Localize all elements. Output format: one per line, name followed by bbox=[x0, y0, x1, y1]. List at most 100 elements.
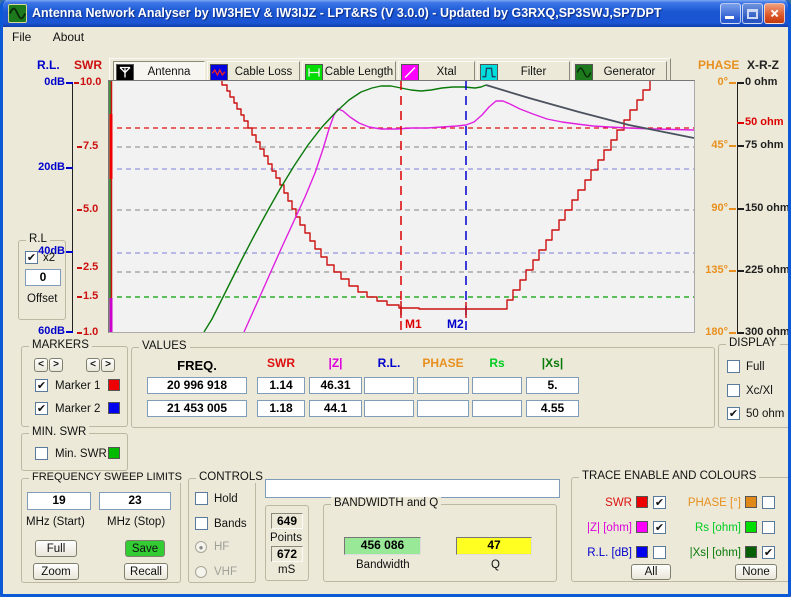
min-swr-checkbox[interactable] bbox=[35, 447, 48, 460]
chart-canvas: M1 M2 bbox=[109, 81, 694, 332]
values-group: VALUES FREQ. SWR |Z| R.L. PHASE Rs |Xs| … bbox=[131, 347, 715, 428]
vhf-label: VHF bbox=[214, 566, 237, 578]
trace-none-button[interactable]: None bbox=[735, 564, 777, 580]
hf-radio[interactable]: ● bbox=[195, 541, 207, 553]
trace-z-label: |Z| [ohm] bbox=[576, 522, 632, 534]
points-panel: 649 Points 672 mS bbox=[265, 505, 309, 581]
marker1-next-button[interactable]: > bbox=[49, 358, 63, 372]
header-freq: FREQ. bbox=[147, 358, 247, 373]
trace-rl-checkbox[interactable] bbox=[653, 546, 666, 559]
q-label: Q bbox=[491, 559, 500, 571]
points-value: 649 bbox=[271, 513, 303, 529]
display-xcxl-checkbox[interactable] bbox=[727, 384, 740, 397]
phase-axis-caption: PHASE bbox=[698, 58, 739, 72]
min-swr-group: MIN. SWR Min. SWR bbox=[21, 433, 128, 471]
sweep-chart[interactable]: M1 M2 bbox=[108, 80, 695, 333]
rl-tick-60db: 60dB bbox=[35, 325, 65, 338]
trace-all-button[interactable]: All bbox=[631, 564, 671, 580]
trace-phase-checkbox[interactable] bbox=[762, 496, 775, 509]
antenna-icon bbox=[116, 64, 134, 81]
marker2-prev-button[interactable]: < bbox=[86, 358, 100, 372]
menu-file[interactable]: File bbox=[3, 27, 40, 47]
sweep-start-input[interactable]: 19 bbox=[27, 492, 91, 510]
sweep-save-button[interactable]: Save bbox=[125, 540, 165, 557]
trace-rs-checkbox[interactable] bbox=[762, 521, 775, 534]
trace-xs-checkbox[interactable]: ✔ bbox=[762, 546, 775, 559]
cable-length-icon bbox=[305, 64, 323, 81]
sweep-stop-input[interactable]: 23 bbox=[99, 492, 171, 510]
sweep-limits-group: FREQUENCY SWEEP LIMITS 19 23 MHz (Start)… bbox=[21, 478, 181, 583]
m1-freq-field[interactable]: 20 996 918 bbox=[147, 377, 247, 394]
bandwidth-group: BANDWIDTH and Q 456 086 Bandwidth 47 Q bbox=[323, 504, 557, 582]
menu-about[interactable]: About bbox=[44, 27, 93, 47]
marker1-checkbox[interactable]: ✔ bbox=[35, 379, 48, 392]
close-button[interactable]: + bbox=[764, 3, 785, 24]
trace-swr-checkbox[interactable]: ✔ bbox=[653, 496, 666, 509]
ms-value: 672 bbox=[271, 546, 303, 562]
sweep-full-button[interactable]: Full bbox=[35, 540, 77, 557]
swr-axis-caption: SWR bbox=[74, 58, 102, 72]
title-bar[interactable]: Antenna Network Analyser by IW3HEV & IW3… bbox=[3, 0, 788, 27]
m1-swr-field: 1.14 bbox=[257, 377, 305, 394]
left-axis-line bbox=[72, 82, 73, 333]
rl-offset-input[interactable]: 0 bbox=[25, 269, 61, 286]
min-swr-color-swatch[interactable] bbox=[108, 447, 120, 459]
ohm-tick-50: 50 ohm bbox=[745, 116, 784, 129]
window-title: Antenna Network Analyser by IW3HEV & IW3… bbox=[32, 0, 662, 26]
filter-icon bbox=[480, 64, 498, 81]
minimize-button[interactable] bbox=[720, 3, 741, 24]
rl-offset-label: Offset bbox=[27, 293, 57, 305]
maximize-button[interactable] bbox=[742, 3, 763, 24]
trace-rl-swatch[interactable] bbox=[636, 546, 648, 558]
m2-rl-field bbox=[364, 400, 414, 417]
marker2-next-button[interactable]: > bbox=[101, 358, 115, 372]
display-group: DISPLAY Full Xc/Xl ✔ 50 ohm bbox=[718, 344, 791, 428]
command-input[interactable] bbox=[265, 479, 560, 498]
marker2-checkbox[interactable]: ✔ bbox=[35, 402, 48, 415]
m2-freq-field[interactable]: 21 453 005 bbox=[147, 400, 247, 417]
trace-rl-label: R.L. [dB] bbox=[576, 547, 632, 559]
bandwidth-value: 456 086 bbox=[344, 537, 421, 555]
m2-rs-field bbox=[472, 400, 522, 417]
maximize-icon bbox=[747, 9, 758, 19]
trace-phase-swatch[interactable] bbox=[745, 496, 757, 508]
display-full-checkbox[interactable] bbox=[727, 360, 740, 373]
vhf-radio[interactable] bbox=[195, 566, 207, 578]
trace-z-checkbox[interactable]: ✔ bbox=[653, 521, 666, 534]
trace-swr-label: SWR bbox=[576, 497, 632, 509]
m1-rl-field bbox=[364, 377, 414, 394]
sweep-zoom-button[interactable]: Zoom bbox=[33, 563, 79, 580]
swr-tick-7-5: 7.5 bbox=[83, 140, 98, 153]
phase-tick-45: 45° bbox=[696, 139, 728, 152]
trace-xs-swatch[interactable] bbox=[745, 546, 757, 558]
rl-offset-group: R.L ✔ x2 0 Offset bbox=[18, 240, 66, 320]
hold-checkbox[interactable] bbox=[195, 492, 208, 505]
bands-checkbox[interactable] bbox=[195, 517, 208, 530]
trace-swr-swatch[interactable] bbox=[636, 496, 648, 508]
header-z: |Z| bbox=[309, 356, 362, 370]
xrz-axis-caption: X-R-Z bbox=[747, 58, 779, 72]
phase-tick-90: 90° bbox=[696, 202, 728, 215]
bands-label: Bands bbox=[214, 518, 247, 530]
trace-z-swatch[interactable] bbox=[636, 521, 648, 533]
swr-tick-1-5: 1.5 bbox=[83, 290, 98, 303]
marker1-prev-button[interactable]: < bbox=[34, 358, 48, 372]
xtal-icon bbox=[401, 64, 419, 81]
close-icon: + bbox=[761, 0, 788, 27]
marker1-color-swatch[interactable] bbox=[108, 379, 120, 391]
header-rl: R.L. bbox=[364, 356, 414, 370]
marker2-color-swatch[interactable] bbox=[108, 402, 120, 414]
m1-rs-field bbox=[472, 377, 522, 394]
svg-text:M2: M2 bbox=[447, 317, 464, 331]
display-50ohm-label: 50 ohm bbox=[746, 408, 784, 420]
m2-z-field: 44.1 bbox=[309, 400, 362, 417]
rl-x2-checkbox[interactable]: ✔ bbox=[25, 251, 38, 264]
sweep-recall-button[interactable]: Recall bbox=[124, 563, 168, 580]
display-50ohm-checkbox[interactable]: ✔ bbox=[727, 407, 740, 420]
marker1-label: Marker 1 bbox=[55, 380, 100, 392]
trace-xs-label: |Xs| [ohm] bbox=[677, 547, 741, 559]
trace-rs-label: Rs [ohm] bbox=[677, 522, 741, 534]
trace-rs-swatch[interactable] bbox=[745, 521, 757, 533]
swr-tick-1: 1.0 bbox=[83, 326, 98, 339]
svg-text:M1: M1 bbox=[405, 317, 422, 331]
